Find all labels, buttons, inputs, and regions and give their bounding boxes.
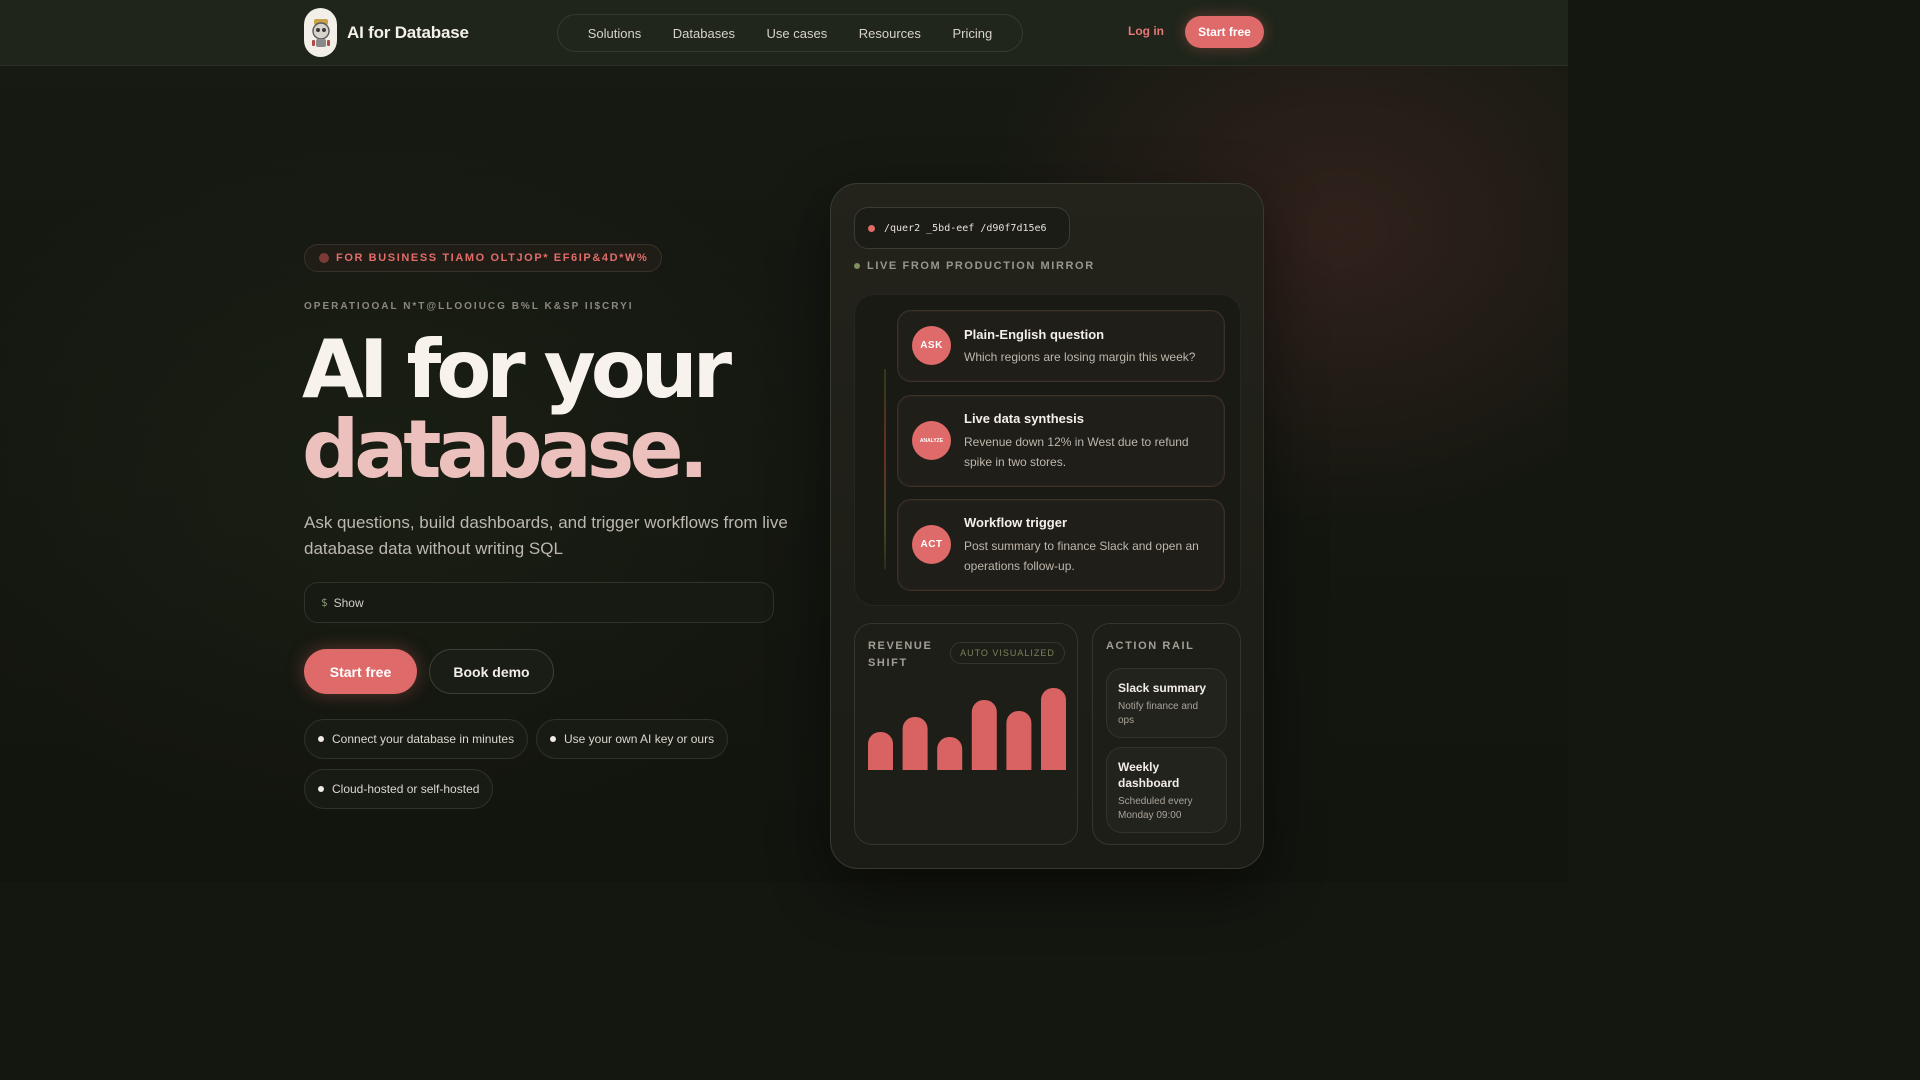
bullet-icon — [318, 736, 324, 742]
step-card-analyze: ANALYZE Live data synthesis Revenue down… — [897, 395, 1225, 487]
act-badge: ACT — [912, 525, 951, 564]
bar-chart-svg — [868, 688, 1066, 770]
action-item-desc: Notify finance and ops — [1118, 701, 1199, 726]
feature-chip: Use your own AI key or ours — [536, 719, 729, 759]
action-item-weekly-dashboard[interactable]: Weekly dashboard Scheduled every Monday … — [1106, 747, 1227, 833]
nav-use-cases[interactable]: Use cases — [767, 26, 828, 41]
action-rail-card: ACTION RAIL Slack summary Notify finance… — [1092, 623, 1241, 845]
bullet-icon — [550, 736, 556, 742]
auto-visualized-badge: AUTO VISUALIZED — [950, 642, 1065, 664]
timeline-rail — [884, 369, 886, 569]
revenue-bar-chart — [868, 684, 1066, 770]
book-demo-button[interactable]: Book demo — [429, 649, 554, 694]
query-path: /quer2 _5bd-eef /d90f7d15e6 — [884, 222, 1047, 234]
action-item-desc: Scheduled every Monday 09:00 — [1118, 796, 1193, 821]
hero-eyebrow: OPERATIOOAL N*T@LLOOIUCG B%L K&SP II$CRY… — [304, 301, 634, 312]
step-card-act: ACT Workflow trigger Post summary to fin… — [897, 499, 1225, 591]
action-rail-label: ACTION RAIL — [1106, 640, 1195, 652]
feature-chip-label: Cloud-hosted or self-hosted — [332, 782, 480, 796]
start-free-button[interactable]: Start free — [304, 649, 417, 694]
step-description: Post summary to finance Slack and open a… — [964, 539, 1199, 573]
action-item-slack-summary[interactable]: Slack summary Notify finance and ops — [1106, 668, 1227, 738]
analyze-badge: ANALYZE — [912, 421, 951, 460]
hero-headline: AI for your database. — [302, 323, 732, 496]
hero-subheading: Ask questions, build dashboards, and tri… — [304, 513, 788, 558]
headline-line-2: database. — [302, 403, 709, 496]
nav-solutions[interactable]: Solutions — [588, 26, 641, 41]
live-status: LIVE FROM PRODUCTION MIRROR — [854, 260, 1095, 272]
feature-chip-label: Connect your database in minutes — [332, 732, 515, 746]
workflow-steps: ASK Plain-English question Which regions… — [854, 294, 1241, 606]
hero-tag-text: FOR BUSINESS TIAMO OLTJOP* EF6IP&4D*W% — [336, 252, 649, 264]
top-nav-bar: AI for Database Solutions Databases Use … — [0, 0, 1568, 66]
revenue-bar — [902, 717, 928, 770]
hero-tag-pill: FOR BUSINESS TIAMO OLTJOP* EF6IP&4D*W% — [304, 244, 663, 272]
revenue-bar — [1041, 688, 1066, 770]
revenue-label-line-2: SHIFT — [868, 657, 908, 669]
login-link[interactable]: Log in — [1128, 24, 1164, 38]
step-title: Plain-English question — [964, 327, 1105, 342]
feature-chip: Connect your database in minutes — [304, 719, 529, 759]
ask-badge: ASK — [912, 326, 951, 365]
brand-logo-link[interactable]: AI for Database — [304, 8, 469, 57]
background — [0, 0, 1568, 882]
bullet-icon — [318, 786, 324, 792]
robot-logo-icon — [304, 8, 337, 57]
step-description: Which regions are losing margin this wee… — [964, 350, 1196, 364]
query-path-pill: /quer2 _5bd-eef /d90f7d15e6 — [854, 207, 1070, 249]
demo-panel: /quer2 _5bd-eef /d90f7d15e6 LIVE FROM PR… — [830, 183, 1264, 869]
step-title: Workflow trigger — [964, 515, 1068, 530]
nav-pricing[interactable]: Pricing — [952, 26, 992, 41]
revenue-shift-card: REVENUE SHIFT AUTO VISUALIZED — [854, 623, 1078, 845]
status-dot-icon — [868, 224, 875, 232]
headline-line-1: AI for your — [302, 323, 732, 416]
feature-chip: Cloud-hosted or self-hosted — [304, 769, 494, 809]
live-status-label: LIVE FROM PRODUCTION MIRROR — [867, 260, 1095, 272]
revenue-bar — [937, 737, 963, 770]
nav-resources[interactable]: Resources — [859, 26, 921, 41]
step-title: Live data synthesis — [964, 411, 1084, 426]
prompt-input[interactable] — [333, 595, 734, 610]
tag-dot-icon — [319, 253, 329, 263]
action-item-title: Slack summary — [1118, 681, 1207, 695]
main-nav: Solutions Databases Use cases Resources … — [557, 14, 1023, 52]
header-start-free-button[interactable]: Start free — [1185, 16, 1264, 48]
prompt-input-bar[interactable]: $ — [304, 582, 774, 623]
revenue-shift-label: REVENUE SHIFT — [868, 638, 932, 672]
revenue-bar — [971, 700, 997, 770]
revenue-label-line-1: REVENUE — [868, 640, 933, 652]
step-card-ask: ASK Plain-English question Which regions… — [897, 310, 1225, 382]
action-item-title: Weekly dashboard — [1118, 760, 1180, 790]
prompt-symbol: $ — [321, 596, 328, 609]
brand-name: AI for Database — [347, 22, 469, 42]
revenue-bar — [1006, 711, 1032, 770]
step-description: Revenue down 12% in West due to refund s… — [964, 435, 1189, 469]
live-dot-icon — [854, 263, 860, 269]
revenue-bar — [868, 732, 893, 770]
nav-databases[interactable]: Databases — [673, 26, 735, 41]
feature-chip-label: Use your own AI key or ours — [564, 732, 715, 746]
